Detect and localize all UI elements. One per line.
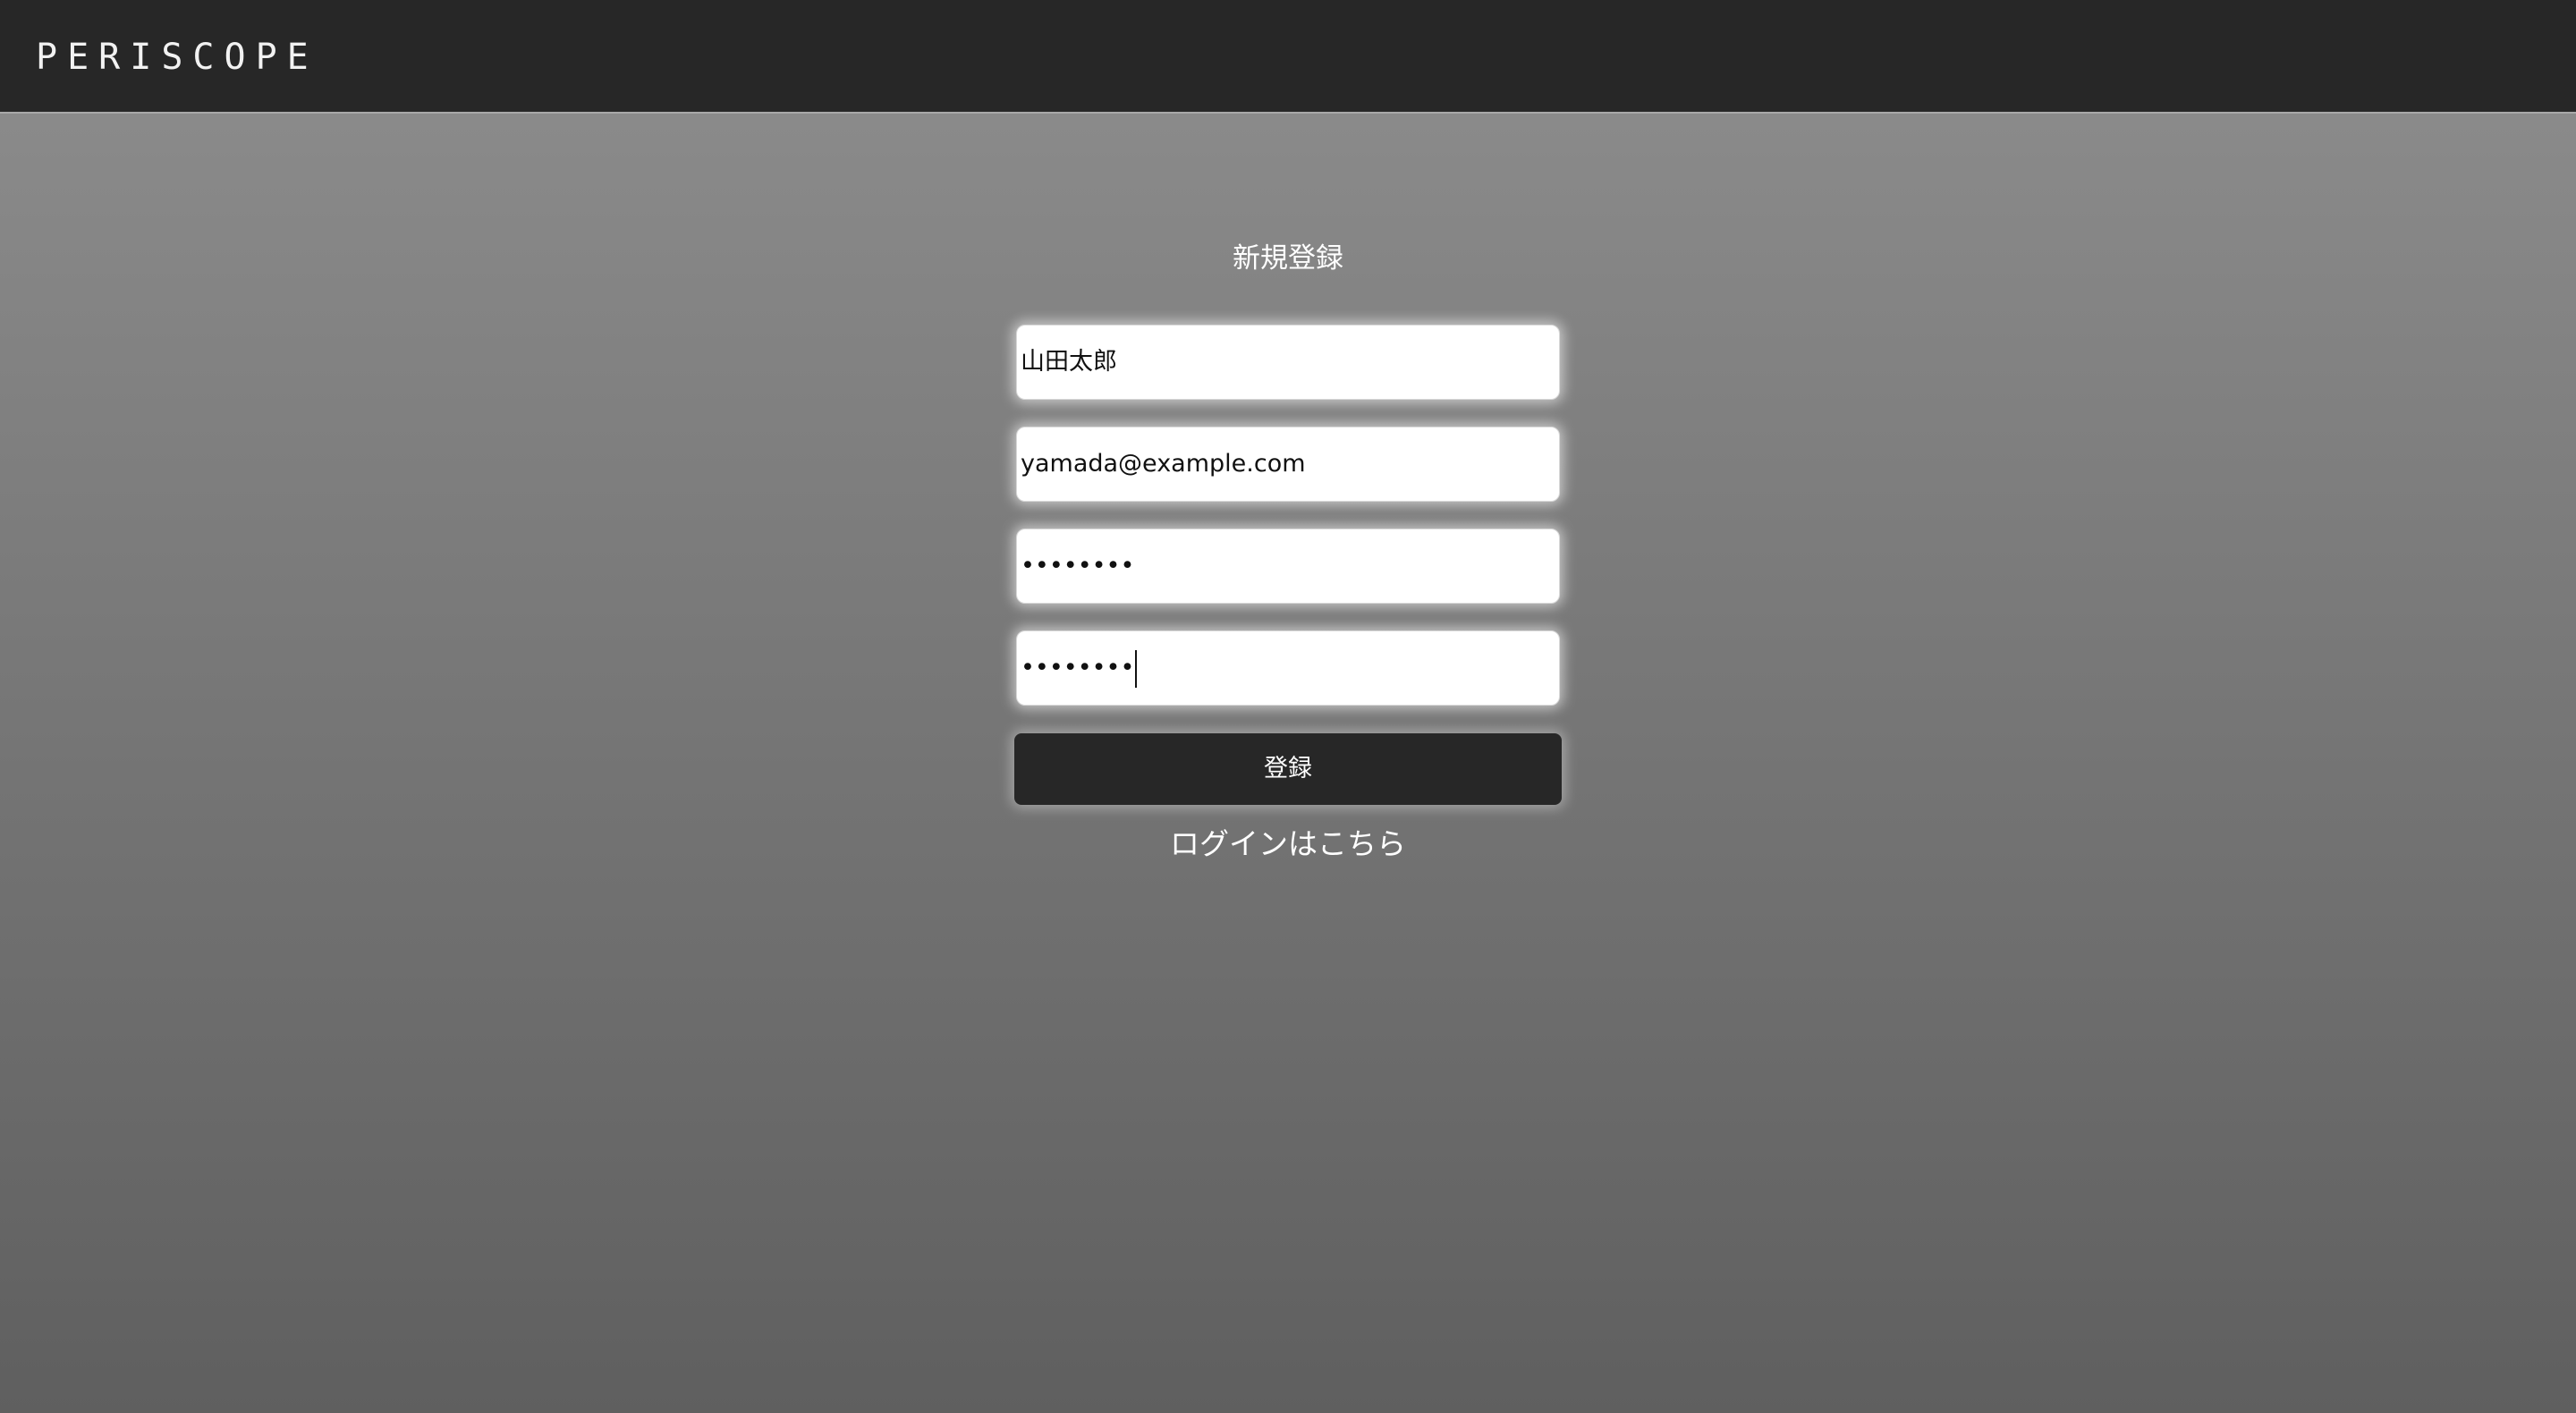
page-title: 新規登録 bbox=[1233, 242, 1343, 275]
text-caret bbox=[1135, 649, 1138, 688]
password-confirm-input-value: •••••••• bbox=[1021, 654, 1135, 681]
login-link[interactable]: ログインはこちら bbox=[0, 824, 2576, 865]
brand-logo[interactable]: PERISCOPE bbox=[36, 32, 318, 82]
password-input[interactable]: •••••••• bbox=[1016, 529, 1560, 604]
email-input[interactable]: yamada@example.com bbox=[1016, 427, 1560, 502]
email-input-value: yamada@example.com bbox=[1021, 450, 1306, 478]
name-input-value: 山田太郎 bbox=[1021, 348, 1117, 376]
register-button[interactable]: 登録 bbox=[1014, 733, 1562, 805]
name-input[interactable]: 山田太郎 bbox=[1016, 325, 1560, 400]
top-header: PERISCOPE bbox=[0, 0, 2576, 114]
password-confirm-input[interactable]: •••••••• bbox=[1016, 630, 1560, 706]
main-content: 新規登録 山田太郎 yamada@example.com •••••••• ••… bbox=[0, 114, 2576, 1413]
password-input-value: •••••••• bbox=[1021, 552, 1135, 580]
